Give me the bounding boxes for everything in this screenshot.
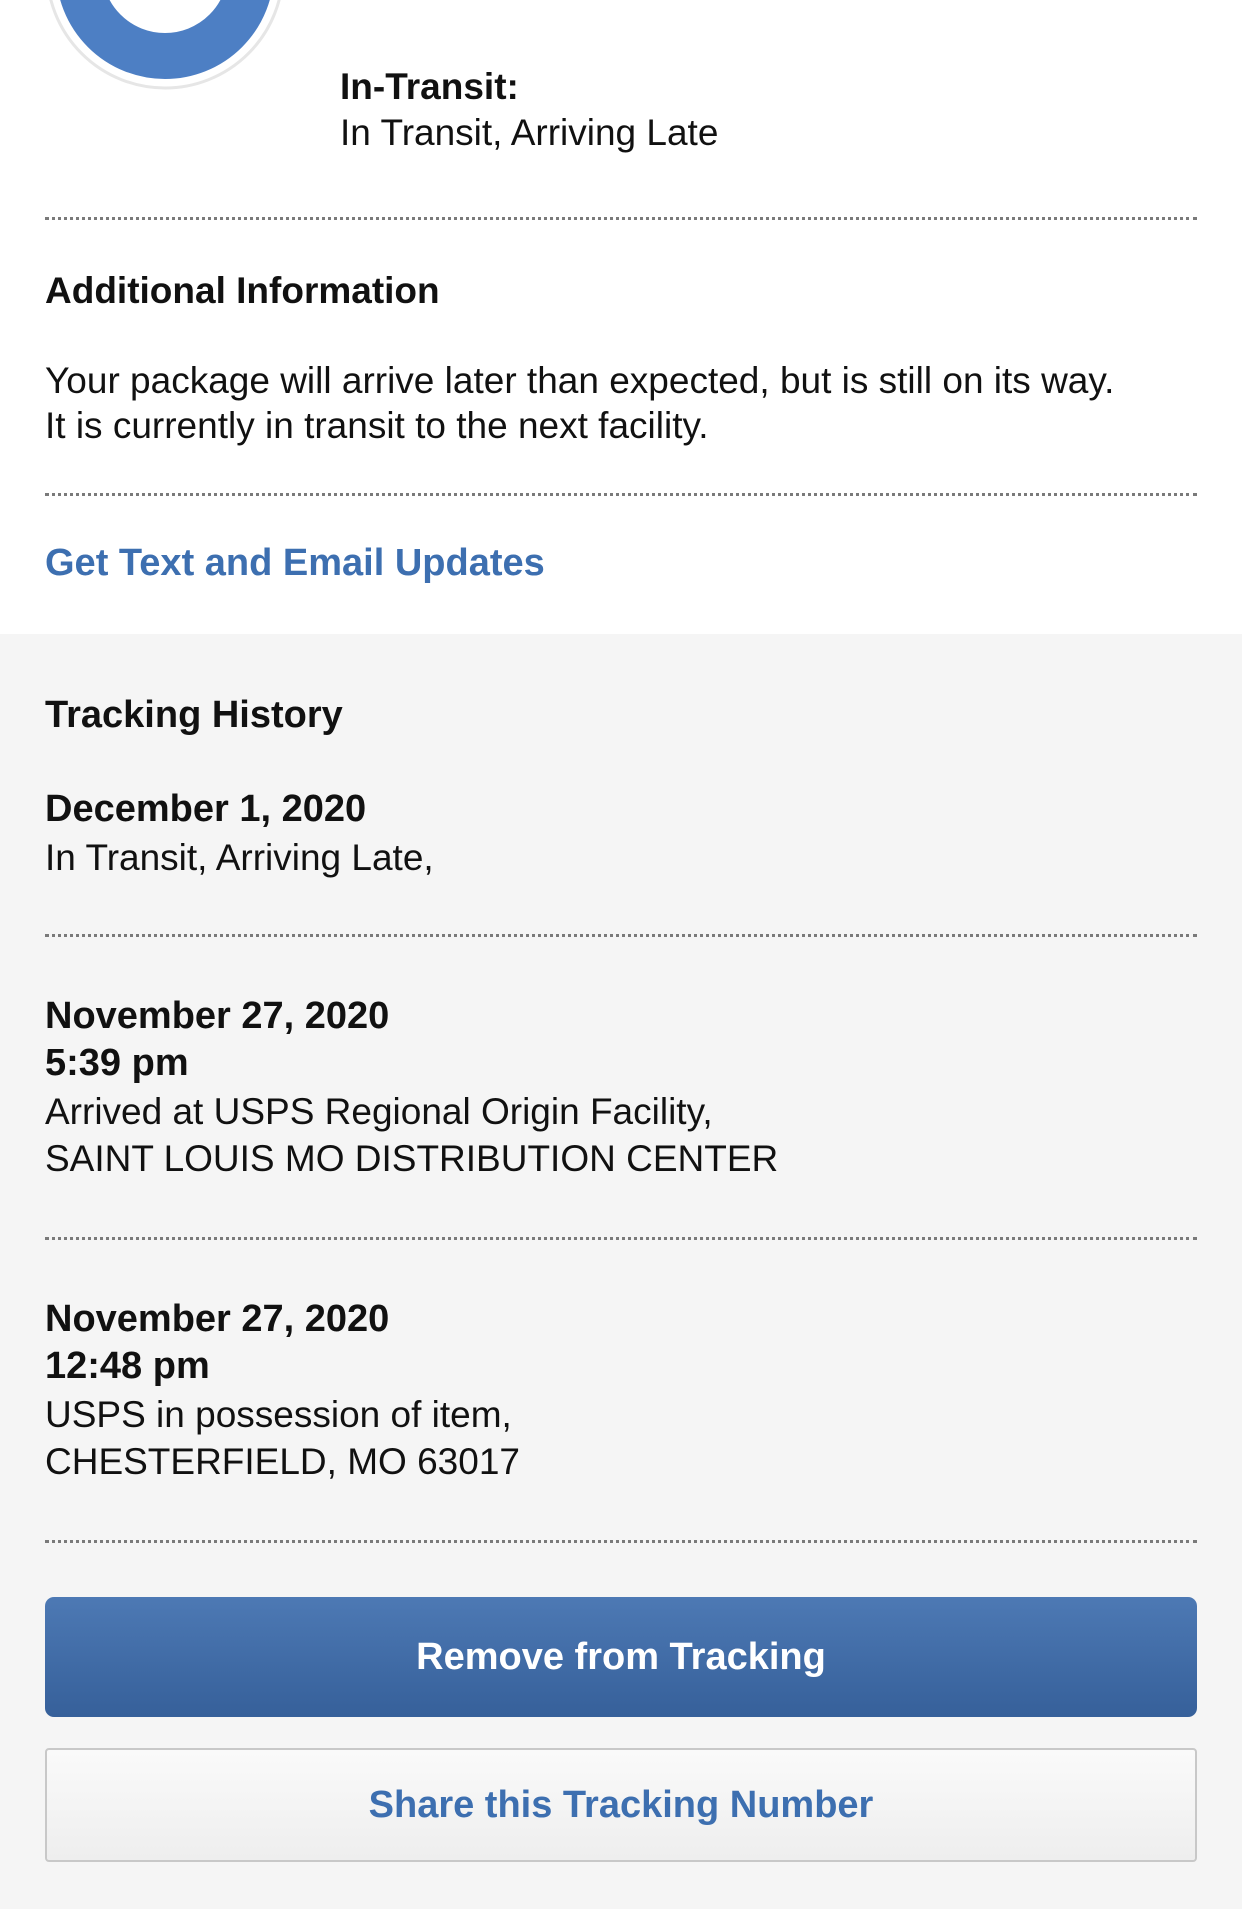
event-date: December 1, 2020 (45, 788, 367, 830)
additional-info-text: Your package will arrive later than expe… (45, 358, 1205, 448)
additional-info-line-2: It is currently in transit to the next f… (45, 405, 709, 446)
event-date: November 27, 2020 (45, 995, 390, 1037)
status-text: In Transit, Arriving Late (340, 112, 719, 153)
tracking-history-heading: Tracking History (45, 694, 343, 736)
event-description: Arrived at USPS Regional Origin Facility… (45, 1091, 713, 1132)
event-time: 12:48 pm (45, 1345, 210, 1387)
status-label: In-Transit: (340, 66, 519, 107)
divider (45, 1540, 1197, 1543)
history-event: November 27, 2020 5:39 pm Arrived at USP… (45, 995, 778, 1180)
event-date: November 27, 2020 (45, 1298, 390, 1340)
summary-panel: In-Transit: In Transit, Arriving Late Ad… (0, 0, 1242, 634)
event-time: 5:39 pm (45, 1042, 189, 1084)
remove-from-tracking-button[interactable]: Remove from Tracking (45, 1597, 1197, 1717)
divider (45, 493, 1197, 496)
additional-info-line-1: Your package will arrive later than expe… (45, 360, 1115, 401)
additional-info-heading: Additional Information (45, 270, 440, 311)
history-event: November 27, 2020 12:48 pm USPS in posse… (45, 1298, 520, 1483)
share-tracking-number-button[interactable]: Share this Tracking Number (45, 1748, 1197, 1862)
progress-ring-icon (49, 0, 281, 90)
text-email-updates-link[interactable]: Get Text and Email Updates (45, 542, 545, 585)
divider (45, 1237, 1197, 1240)
event-location: SAINT LOUIS MO DISTRIBUTION CENTER (45, 1138, 779, 1179)
divider (45, 934, 1197, 937)
event-location: CHESTERFIELD, MO 63017 (45, 1441, 520, 1482)
divider (45, 217, 1197, 220)
event-description: In Transit, Arriving Late, (45, 837, 434, 878)
history-event: December 1, 2020 In Transit, Arriving La… (45, 788, 434, 879)
event-description: USPS in possession of item, (45, 1394, 512, 1435)
